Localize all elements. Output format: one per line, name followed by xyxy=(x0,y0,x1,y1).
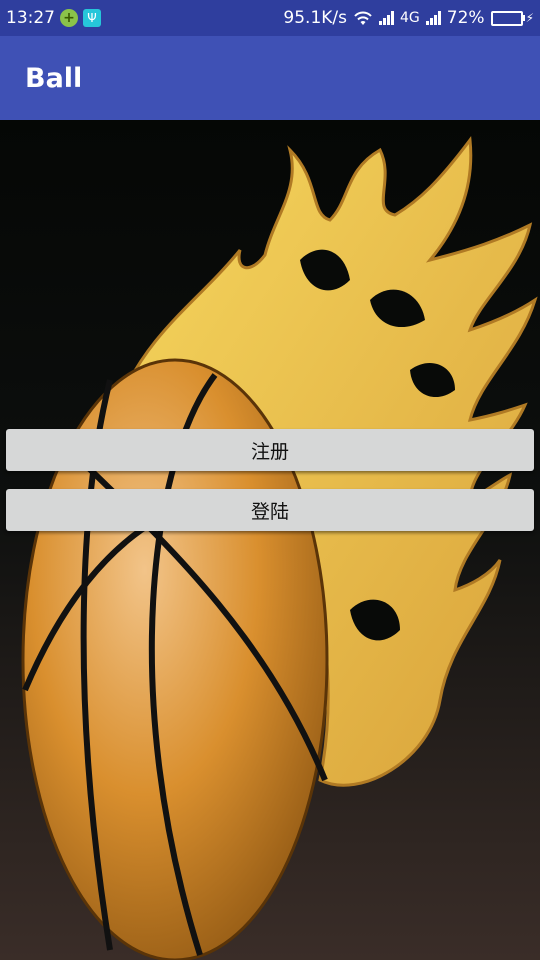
status-left: 13:27 + Ψ xyxy=(6,8,101,28)
status-bar: 13:27 + Ψ 95.1K/s 4G 72% ⚡ xyxy=(0,0,540,36)
login-button[interactable]: 登陆 xyxy=(6,489,534,531)
charging-icon: ⚡ xyxy=(525,11,534,25)
network-type: 4G xyxy=(400,10,420,26)
app-notification-icon: + xyxy=(60,9,78,27)
signal-icon xyxy=(379,11,394,25)
app-title: Ball xyxy=(25,62,83,94)
signal-icon-2 xyxy=(425,11,441,25)
wifi-icon xyxy=(354,11,372,25)
status-right: 95.1K/s 4G 72% ⚡ xyxy=(283,8,534,28)
clock: 13:27 xyxy=(6,8,55,28)
battery-percent: 72% xyxy=(446,8,485,28)
battery-icon: ⚡ xyxy=(490,10,534,26)
network-speed: 95.1K/s xyxy=(283,8,347,28)
app-bar: Ball xyxy=(0,36,540,120)
basketball-fire-background xyxy=(0,120,540,960)
screen: 13:27 + Ψ 95.1K/s 4G 72% ⚡ Ball 注册 登陆 xyxy=(0,0,540,960)
usb-icon: Ψ xyxy=(83,9,101,27)
register-button[interactable]: 注册 xyxy=(6,429,534,471)
